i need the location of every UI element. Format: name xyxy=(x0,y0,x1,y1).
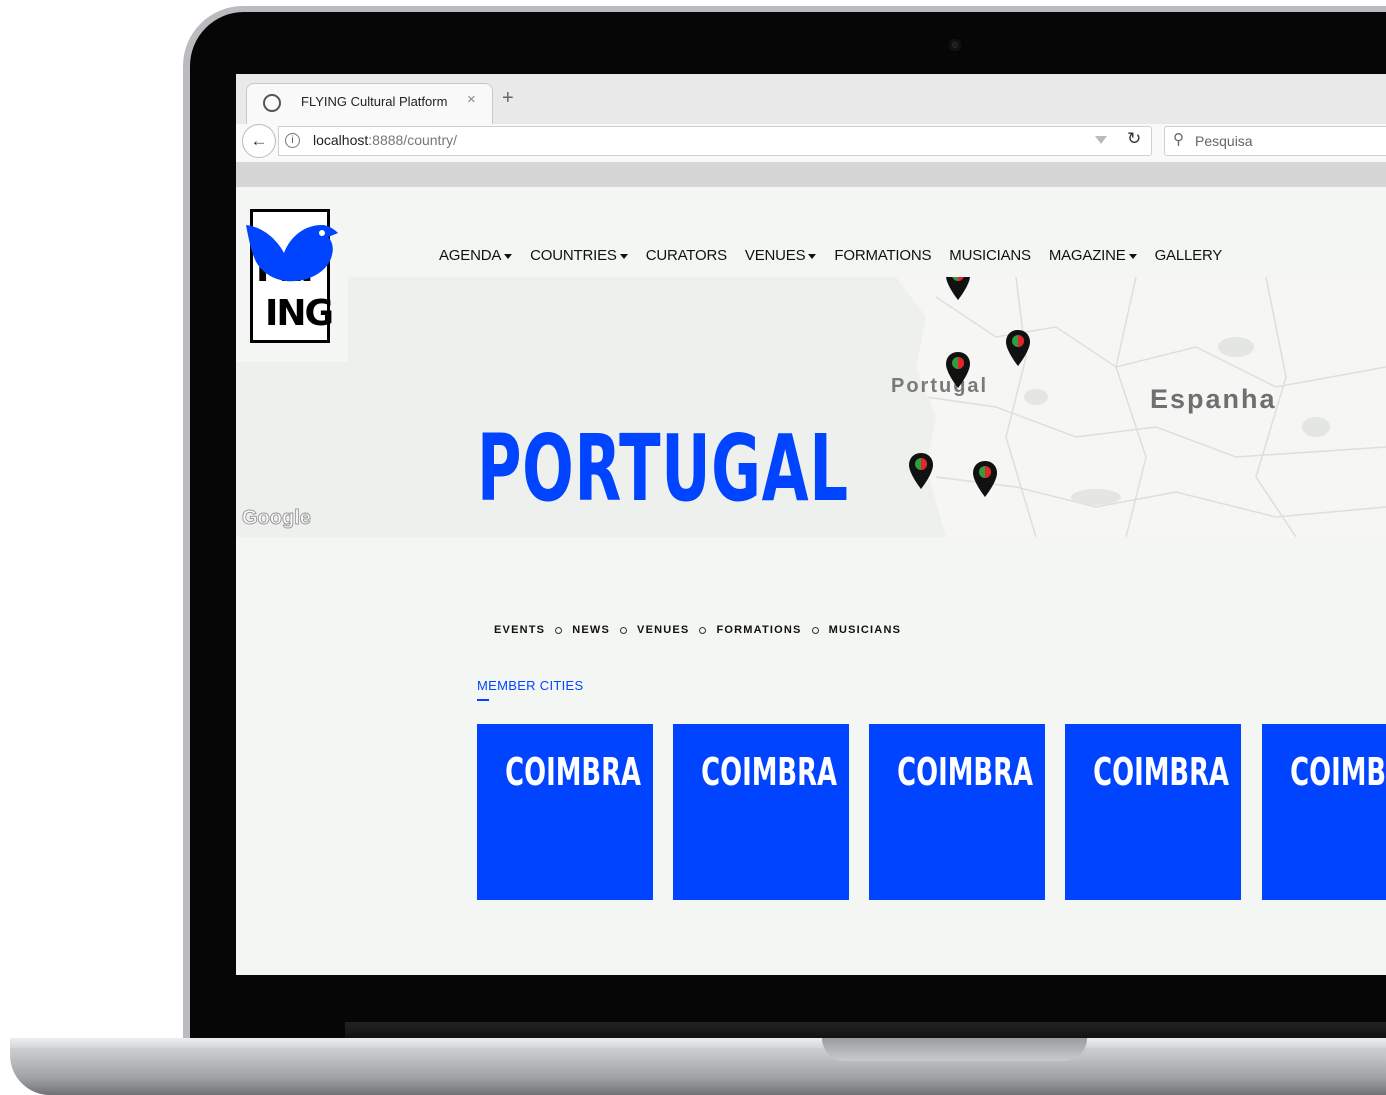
separator-circle-icon xyxy=(555,626,563,634)
caret-down-icon xyxy=(504,253,513,259)
laptop-thumb-notch xyxy=(822,1038,1087,1061)
map-label-spain: Espanha xyxy=(1150,384,1277,414)
url-path: :8888/country/ xyxy=(368,132,457,148)
nav-label: AGENDA xyxy=(439,247,502,264)
search-box[interactable]: ⚲ xyxy=(1164,126,1386,156)
nav-item-formations[interactable]: FORMATIONS xyxy=(834,247,931,264)
site-header: AGENDA COUNTRIES CURATORS VENUES FORMATI… xyxy=(236,187,1386,277)
map-marker-icon[interactable] xyxy=(945,351,971,389)
city-name: COIMBRA xyxy=(1093,750,1230,794)
nav-label: GALLERY xyxy=(1154,247,1223,264)
nav-item-musicians[interactable]: MUSICIANS xyxy=(949,247,1031,264)
search-icon: ⚲ xyxy=(1173,131,1184,148)
laptop-base-lip xyxy=(10,1038,1386,1048)
website: Portugal Espanha Google AGENDA COUNTRIES… xyxy=(236,187,1386,975)
separator-circle-icon xyxy=(620,626,628,634)
city-name: COIMBRA xyxy=(505,750,642,794)
search-input[interactable] xyxy=(1193,130,1386,152)
back-arrow-icon: ← xyxy=(250,131,268,150)
sub-nav-formations[interactable]: FORMATIONS xyxy=(716,624,801,636)
city-name: COIMBRA xyxy=(897,750,1034,794)
sub-nav-venues[interactable]: VENUES xyxy=(637,624,689,636)
google-logo[interactable]: Google xyxy=(242,507,312,530)
sub-nav-events[interactable]: EVENTS xyxy=(494,624,545,636)
logo-box[interactable]: FLY ING xyxy=(236,207,348,362)
nav-label: COUNTRIES xyxy=(530,247,617,264)
browser-tab-bar: FLYING Cultural Platform × + xyxy=(236,74,1386,125)
map-marker-icon[interactable] xyxy=(1005,329,1031,367)
city-card[interactable]: COIMBRA xyxy=(1065,724,1241,900)
nav-label: MAGAZINE xyxy=(1048,247,1126,264)
nav-item-magazine[interactable]: MAGAZINE xyxy=(1049,247,1137,264)
separator-circle-icon xyxy=(699,626,707,634)
city-card[interactable]: COIMBRA xyxy=(673,724,849,900)
caret-down-icon xyxy=(619,253,628,259)
new-tab-button[interactable]: + xyxy=(502,88,514,108)
reload-icon[interactable]: ↻ xyxy=(1127,129,1141,149)
url-bar[interactable]: i localhost:8888/country/ ↻ xyxy=(278,126,1152,156)
browser-nav-bar: ← i localhost:8888/country/ ↻ ⚲ xyxy=(236,124,1386,163)
city-name: COIMBRA xyxy=(1290,750,1386,794)
screen: FLYING Cultural Platform × + ← i localho… xyxy=(236,74,1386,975)
sub-nav-musicians[interactable]: MUSICIANS xyxy=(829,624,902,636)
city-name: COIMBRA xyxy=(701,750,838,794)
tab-title: FLYING Cultural Platform xyxy=(301,94,448,109)
favicon-icon xyxy=(263,94,281,112)
city-card[interactable]: COIMBRA xyxy=(477,724,653,900)
section-title: MEMBER CITIES xyxy=(477,678,584,693)
city-card[interactable]: COIMBRA xyxy=(1262,724,1386,900)
map-marker-icon[interactable] xyxy=(908,452,934,490)
bookmarks-bar xyxy=(236,162,1386,187)
nav-label: MUSICIANS xyxy=(949,247,1031,264)
url-host: localhost xyxy=(313,132,369,148)
camera xyxy=(949,39,961,51)
nav-item-gallery[interactable]: GALLERY xyxy=(1155,247,1223,264)
separator-circle-icon xyxy=(811,626,819,634)
browser-tab[interactable]: FLYING Cultural Platform × xyxy=(246,83,493,125)
nav-item-curators[interactable]: CURATORS xyxy=(646,247,727,264)
map-marker-icon[interactable] xyxy=(972,460,998,498)
bird-logo-icon xyxy=(246,225,338,282)
tab-close-icon[interactable]: × xyxy=(467,91,476,108)
nav-label: FORMATIONS xyxy=(834,247,932,264)
nav-label: CURATORS xyxy=(645,247,727,264)
main-nav: AGENDA COUNTRIES CURATORS VENUES FORMATI… xyxy=(439,247,1240,264)
nav-item-countries[interactable]: COUNTRIES xyxy=(530,247,628,264)
back-button[interactable]: ← xyxy=(242,124,276,158)
page-title: PORTUGAL xyxy=(477,415,849,522)
nav-item-agenda[interactable]: AGENDA xyxy=(439,247,513,264)
url-text[interactable]: localhost:8888/country/ xyxy=(313,132,457,148)
caret-down-icon xyxy=(808,253,817,259)
caret-down-icon xyxy=(1128,253,1137,259)
nav-label: VENUES xyxy=(744,247,806,264)
section-underline xyxy=(477,699,489,701)
logo-text-ing: ING xyxy=(265,293,334,334)
sub-nav: EVENTS NEWS VENUES FORMATIONS MUSICIANS xyxy=(494,624,901,636)
sub-nav-news[interactable]: NEWS xyxy=(572,624,610,636)
map-label-portugal: Portugal xyxy=(891,375,989,397)
nav-item-venues[interactable]: VENUES xyxy=(745,247,817,264)
map-marker-icon[interactable] xyxy=(945,277,971,301)
info-icon[interactable]: i xyxy=(285,133,300,148)
city-card[interactable]: COIMBRA xyxy=(869,724,1045,900)
dropdown-icon[interactable] xyxy=(1095,136,1107,144)
